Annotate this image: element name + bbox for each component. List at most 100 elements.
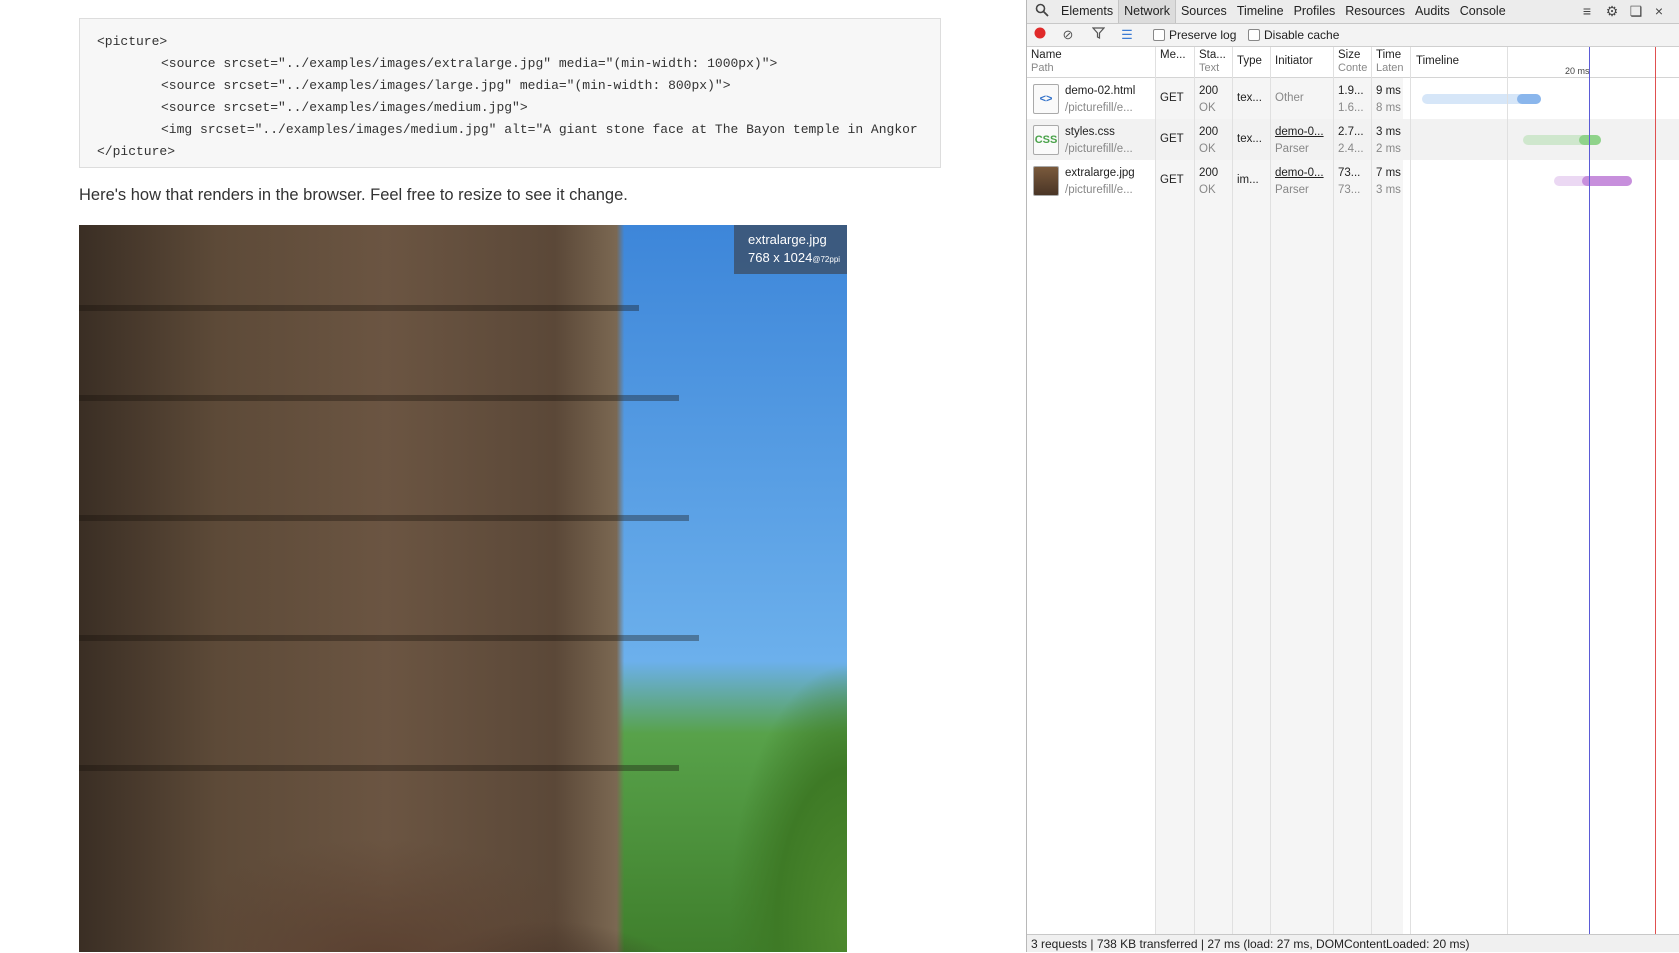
request-name[interactable]: styles.css bbox=[1065, 126, 1115, 138]
request-content-size: 1.6... bbox=[1338, 102, 1364, 114]
tab-console[interactable]: Console bbox=[1455, 0, 1511, 23]
col-initiator[interactable]: Initiator bbox=[1275, 55, 1313, 68]
stone-band bbox=[79, 515, 689, 521]
image-file-icon bbox=[1033, 166, 1059, 196]
col-main: Time bbox=[1376, 49, 1402, 61]
css-file-icon: CSS bbox=[1033, 125, 1059, 155]
table-row[interactable]: CSS styles.css/picturefill/e... GET 200 OK te… bbox=[1027, 119, 1679, 160]
bayon-temple-photo: extralarge.jpg 768 x 1024@72ppi bbox=[79, 225, 847, 952]
request-name-cell[interactable]: styles.css/picturefill/e... bbox=[1065, 124, 1133, 158]
request-initiator-link[interactable]: demo-0... bbox=[1275, 167, 1324, 179]
request-latency: 8 ms bbox=[1376, 102, 1401, 114]
clear-icon[interactable]: ⊘ bbox=[1060, 27, 1076, 43]
tab-profiles[interactable]: Profiles bbox=[1289, 0, 1341, 23]
request-name[interactable]: extralarge.jpg bbox=[1065, 167, 1135, 179]
checkbox-box[interactable] bbox=[1248, 29, 1260, 41]
request-status-text: OK bbox=[1199, 143, 1216, 155]
preserve-log-label: Preserve log bbox=[1169, 28, 1237, 42]
request-status-text: OK bbox=[1199, 184, 1216, 196]
col-sub: Path bbox=[1031, 62, 1054, 74]
request-initiator-cell[interactable]: demo-0... Parser bbox=[1275, 124, 1324, 158]
request-type: tex... bbox=[1237, 92, 1262, 104]
load-marker bbox=[1655, 47, 1656, 934]
show-drawer-icon[interactable]: ≡ bbox=[1579, 3, 1595, 19]
request-time: 9 ms bbox=[1376, 85, 1401, 97]
magnifier-icon[interactable] bbox=[1034, 3, 1050, 19]
disable-cache-checkbox[interactable]: Disable cache bbox=[1248, 28, 1339, 42]
col-divider bbox=[1333, 47, 1334, 934]
tab-timeline[interactable]: Timeline bbox=[1232, 0, 1289, 23]
gear-icon[interactable]: ⚙ bbox=[1604, 3, 1620, 19]
request-name-cell[interactable]: demo-02.html/picturefill/e... bbox=[1065, 83, 1135, 117]
request-time: 7 ms bbox=[1376, 167, 1401, 179]
col-status[interactable]: Sta... Text bbox=[1199, 49, 1226, 75]
devtools-toolbar: Elements Network Sources Timeline Profil… bbox=[1027, 0, 1679, 24]
col-main: Timeline bbox=[1416, 55, 1460, 67]
request-status-text: OK bbox=[1199, 102, 1216, 114]
tab-network[interactable]: Network bbox=[1118, 0, 1176, 23]
table-row[interactable]: <> demo-02.html/picturefill/e... GET 200 OK t… bbox=[1027, 78, 1679, 119]
tab-sources[interactable]: Sources bbox=[1176, 0, 1232, 23]
dock-icon[interactable]: ❏ bbox=[1628, 3, 1644, 19]
table-header: Name Path Me... Sta... Text Type Initiator… bbox=[1027, 47, 1679, 78]
col-type[interactable]: Type bbox=[1237, 55, 1262, 68]
col-main: Sta... bbox=[1199, 49, 1226, 61]
code-line: <source srcset="../examples/images/mediu… bbox=[161, 100, 528, 115]
table-row[interactable]: extralarge.jpg/picturefill/e... GET 200 OK i… bbox=[1027, 160, 1679, 201]
request-size: 73... bbox=[1338, 167, 1361, 179]
request-initiator: Other bbox=[1275, 92, 1304, 104]
network-filter-bar: ⊘ ☰ Preserve log Disable cache bbox=[1027, 24, 1679, 47]
tab-audits[interactable]: Audits bbox=[1410, 0, 1455, 23]
record-icon[interactable] bbox=[1032, 27, 1048, 43]
request-method: GET bbox=[1160, 92, 1184, 104]
col-time[interactable]: Time Laten bbox=[1376, 49, 1404, 75]
col-main: Size bbox=[1338, 49, 1361, 61]
request-initiator-link[interactable]: demo-0... bbox=[1275, 126, 1324, 138]
tab-resources[interactable]: Resources bbox=[1340, 0, 1410, 23]
col-method[interactable]: Me... bbox=[1160, 49, 1186, 62]
col-divider bbox=[1270, 47, 1271, 934]
col-name[interactable]: Name Path bbox=[1031, 49, 1062, 75]
request-content-size: 2.4... bbox=[1338, 143, 1364, 155]
record-icon-svg bbox=[1034, 27, 1046, 39]
request-name-cell[interactable]: extralarge.jpg/picturefill/e... bbox=[1065, 165, 1135, 199]
filter-icon[interactable] bbox=[1090, 27, 1106, 43]
col-divider bbox=[1155, 47, 1156, 934]
html-file-icon: <> bbox=[1033, 84, 1059, 114]
request-method: GET bbox=[1160, 133, 1184, 145]
devtools-tabs: Elements Network Sources Timeline Profil… bbox=[1056, 0, 1511, 23]
stone-band bbox=[79, 635, 699, 641]
request-path: /picturefill/e... bbox=[1065, 143, 1133, 155]
col-timeline[interactable]: Timeline bbox=[1416, 55, 1459, 68]
badge-dimensions: 768 x 1024@72ppi bbox=[748, 249, 847, 269]
preserve-log-checkbox[interactable]: Preserve log bbox=[1153, 28, 1236, 42]
list-view-icon[interactable]: ☰ bbox=[1119, 27, 1135, 43]
col-size[interactable]: Size Conte bbox=[1338, 49, 1367, 75]
stone-band bbox=[79, 395, 679, 401]
col-main: Me... bbox=[1160, 49, 1186, 61]
col-sub: Text bbox=[1199, 62, 1220, 74]
request-path: /picturefill/e... bbox=[1065, 102, 1133, 114]
request-initiator-type: Parser bbox=[1275, 184, 1309, 196]
col-divider bbox=[1371, 47, 1372, 934]
network-status-bar: 3 requests | 738 KB transferred | 27 ms … bbox=[1027, 934, 1679, 952]
request-status-cell: 200 OK bbox=[1199, 124, 1218, 158]
request-content-size: 73... bbox=[1338, 184, 1361, 196]
timeline-tick-label: 20 ms bbox=[1565, 66, 1590, 76]
devtools-panel: Elements Network Sources Timeline Profil… bbox=[1026, 0, 1679, 952]
request-method: GET bbox=[1160, 174, 1184, 186]
close-icon[interactable]: × bbox=[1651, 3, 1667, 19]
request-status: 200 bbox=[1199, 126, 1219, 138]
request-status: 200 bbox=[1199, 167, 1219, 179]
request-path: /picturefill/e... bbox=[1065, 184, 1133, 196]
badge-ppi: @72ppi bbox=[812, 255, 841, 264]
request-time-cell: 7 ms 3 ms bbox=[1376, 165, 1401, 199]
request-initiator-cell[interactable]: demo-0... Parser bbox=[1275, 165, 1324, 199]
code-line: </picture> bbox=[97, 144, 176, 159]
request-name[interactable]: demo-02.html bbox=[1065, 85, 1135, 97]
network-request-table: Name Path Me... Sta... Text Type Initiator… bbox=[1027, 47, 1679, 934]
checkbox-box[interactable] bbox=[1153, 29, 1165, 41]
request-status: 200 bbox=[1199, 85, 1219, 97]
tab-elements[interactable]: Elements bbox=[1056, 0, 1118, 23]
request-time: 3 ms bbox=[1376, 126, 1401, 138]
